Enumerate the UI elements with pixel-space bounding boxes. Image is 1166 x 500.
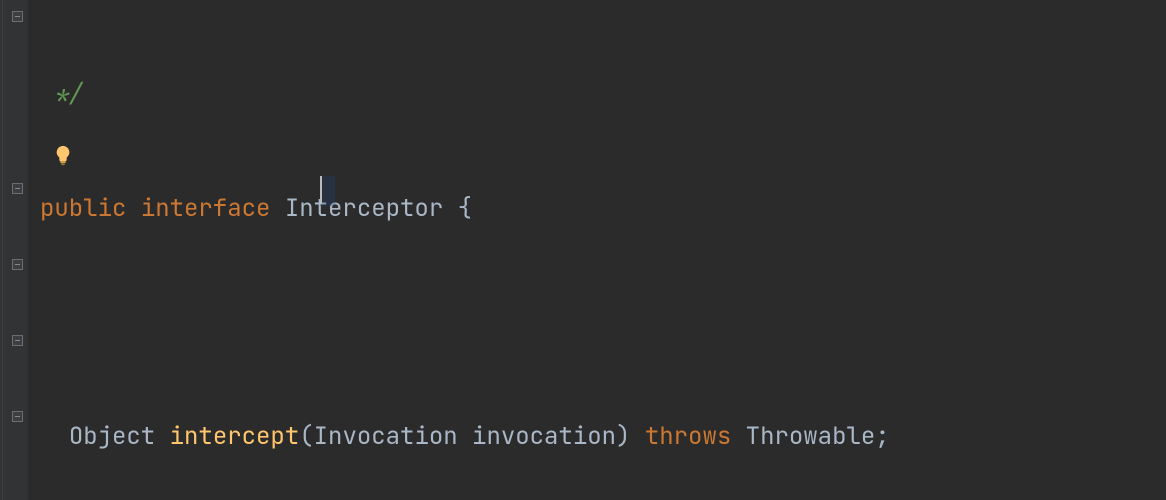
fold-toggle-icon[interactable] [12, 11, 23, 22]
text-caret [320, 176, 322, 204]
fold-toggle-icon[interactable] [12, 335, 23, 346]
keyword-interface: interface [141, 193, 271, 224]
param-type: Invocation [314, 421, 458, 452]
lightbulb-icon[interactable] [52, 144, 74, 166]
keyword-public: public [40, 193, 126, 224]
code-line: Object intercept(Invocation invocation) … [28, 418, 1166, 456]
fold-toggle-icon[interactable] [12, 411, 23, 422]
fold-toggle-icon[interactable] [12, 183, 23, 194]
code-line: public interface Interceptor { [28, 190, 1166, 228]
brace: { [458, 193, 472, 224]
exception-type: Throwable [746, 421, 876, 452]
param-name: invocation [472, 421, 616, 452]
gutter-fold-guide [2, 0, 3, 500]
editor-gutter [0, 0, 28, 500]
method-name: intercept [170, 421, 300, 452]
fold-toggle-icon[interactable] [12, 259, 23, 270]
keyword-throws: throws [645, 421, 731, 452]
code-line [28, 304, 1166, 342]
javadoc-end: */ [40, 79, 83, 110]
type-name: Interceptor [285, 193, 443, 224]
return-type: Object [69, 421, 155, 452]
code-line: */ [28, 76, 1166, 114]
caret-highlight [320, 176, 335, 206]
code-editor[interactable]: */ public interface Interceptor { Object… [28, 0, 1166, 500]
